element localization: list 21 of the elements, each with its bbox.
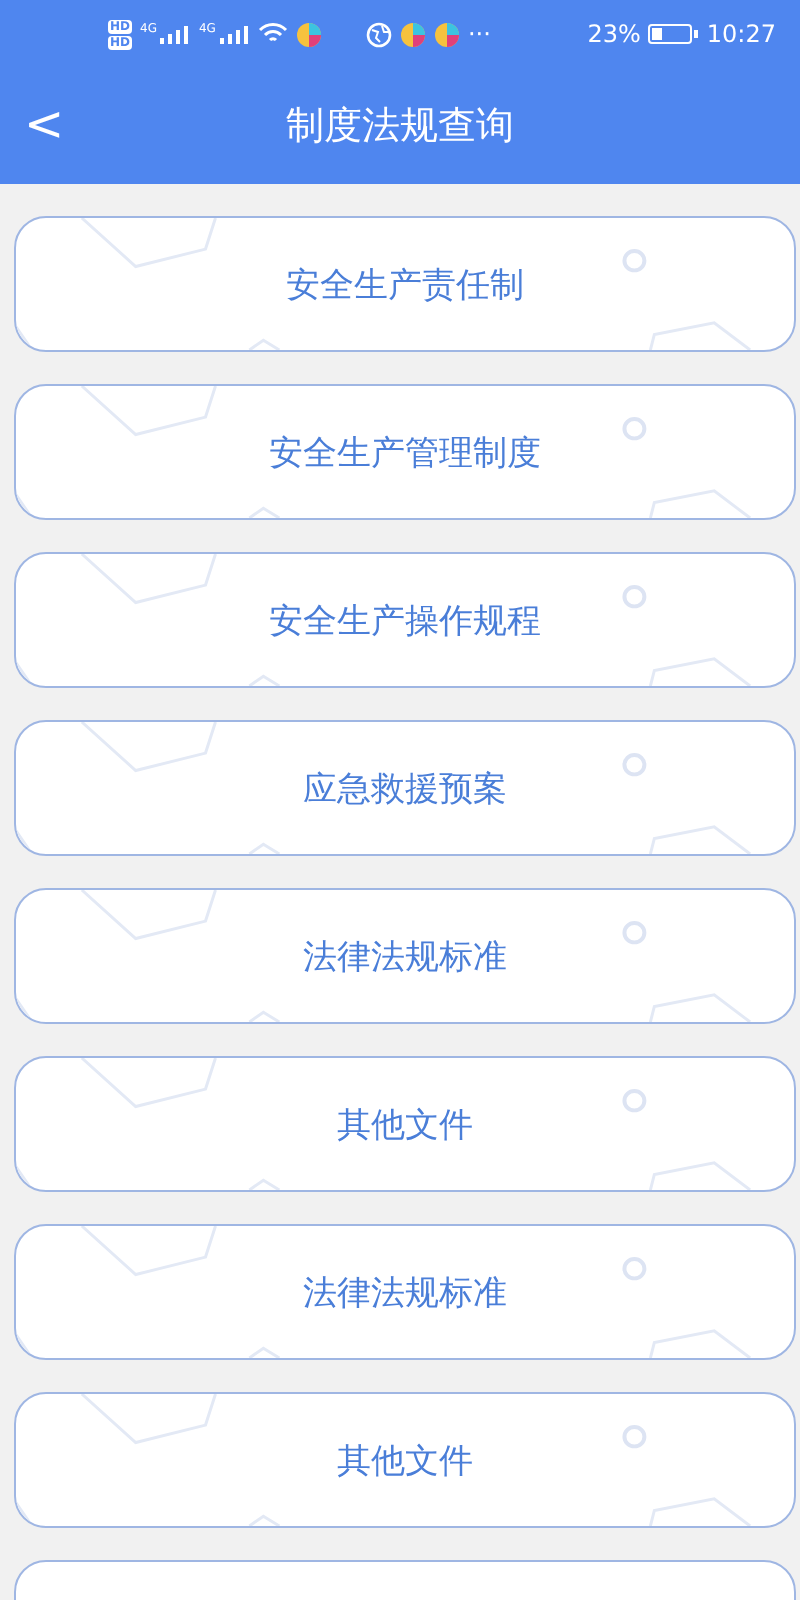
- category-button[interactable]: 其他文件: [14, 1056, 796, 1192]
- app-icon: [295, 21, 322, 47]
- category-button[interactable]: 安全生产管理制度: [14, 384, 796, 520]
- category-button[interactable]: 安全生产责任制: [14, 216, 796, 352]
- more-indicator: ···: [467, 20, 491, 48]
- clock: 10:27: [706, 20, 776, 48]
- battery-icon: [648, 24, 693, 44]
- signal-icon: [217, 23, 250, 45]
- category-button[interactable]: 法律法规标准: [14, 888, 796, 1024]
- signal-icon: [158, 23, 191, 45]
- category-button[interactable]: 应急救援预案: [14, 720, 796, 856]
- app-icon: [433, 21, 460, 47]
- category-button[interactable]: 其他文件: [14, 1392, 796, 1528]
- app-icon: [399, 21, 426, 47]
- globe-icon: [365, 21, 392, 47]
- battery-percent: 23%: [587, 20, 641, 48]
- wifi-icon: [257, 22, 288, 46]
- page-title: 制度法规查询: [286, 102, 514, 152]
- back-button[interactable]: <: [16, 96, 73, 152]
- category-button[interactable]: 安全生产操作规程: [14, 552, 796, 688]
- category-button[interactable]: 法律法规标准: [14, 1224, 796, 1360]
